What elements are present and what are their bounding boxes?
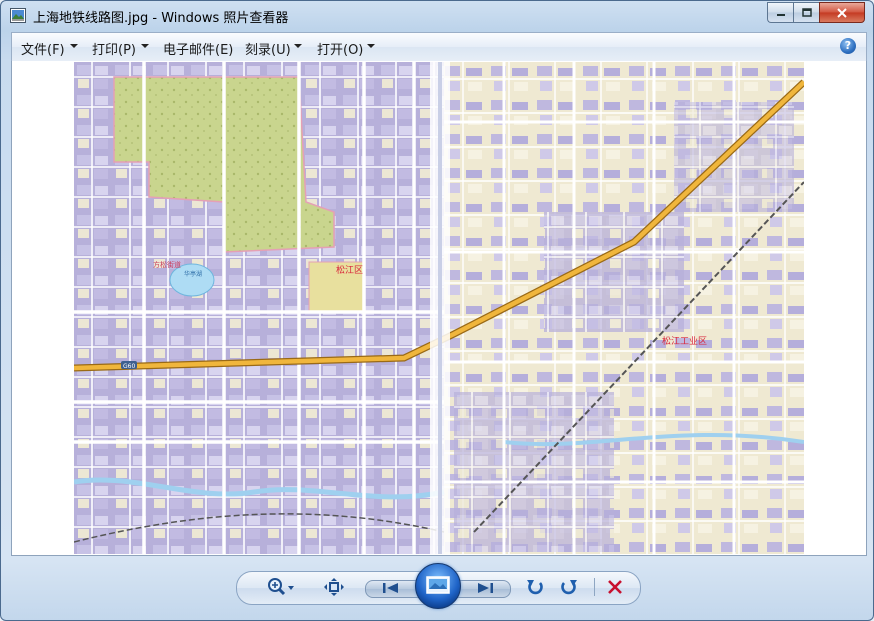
map-label-district: 松江区: [336, 264, 363, 276]
bottom-toolbar: [1, 557, 873, 620]
delete-icon: [608, 580, 622, 594]
close-icon: [837, 7, 847, 18]
next-icon: [478, 583, 493, 593]
photo-viewer-window: 上海地铁线路图.jpg - Windows 照片查看器 文件(F) 打印(P) …: [0, 0, 874, 621]
next-button[interactable]: [473, 579, 497, 597]
slideshow-button[interactable]: [415, 563, 461, 609]
maximize-button[interactable]: [793, 2, 819, 23]
toolbar-divider: [594, 578, 595, 596]
image-viewport[interactable]: 松江区 方松街道 华亭湖 松江工业区 G60: [11, 61, 867, 556]
map-photo: 松江区 方松街道 华亭湖 松江工业区 G60: [74, 62, 804, 554]
menu-open[interactable]: 打开(O): [317, 39, 363, 58]
chevron-down-icon[interactable]: [141, 44, 149, 48]
chevron-down-icon[interactable]: [294, 44, 302, 48]
menu-print[interactable]: 打印(P): [92, 39, 136, 58]
help-icon[interactable]: ?: [840, 38, 856, 54]
maximize-icon: [801, 8, 812, 17]
menu-file[interactable]: 文件(F): [21, 39, 65, 58]
shanghai-metro-map-image: 松江区 方松街道 华亭湖 松江工业区 G60: [74, 62, 804, 554]
caption-buttons: [767, 2, 865, 23]
zoom-button[interactable]: [263, 574, 297, 600]
rotate-left-icon: [527, 580, 543, 595]
minimize-button[interactable]: [767, 2, 793, 23]
photo-viewer-app-icon: [10, 8, 26, 23]
slideshow-icon: [426, 576, 450, 594]
map-label-park: 华亭湖: [184, 270, 202, 278]
delete-button[interactable]: [603, 574, 627, 600]
map-label-industrial: 松江工业区: [662, 335, 707, 347]
menu-burn[interactable]: 刻录(U): [245, 39, 291, 58]
zoom-icon: [268, 578, 294, 596]
rotate-left-button[interactable]: [523, 574, 547, 600]
chevron-down-icon[interactable]: [367, 44, 375, 48]
title-bar[interactable]: 上海地铁线路图.jpg - Windows 照片查看器: [1, 1, 873, 31]
minimize-icon: [776, 13, 785, 16]
actual-size-icon: [324, 578, 344, 596]
window-title: 上海地铁线路图.jpg - Windows 照片查看器: [33, 11, 289, 26]
previous-button[interactable]: [379, 579, 403, 597]
previous-icon: [383, 583, 398, 593]
map-label-town: 方松街道: [153, 260, 181, 269]
map-label-road: G60: [123, 363, 135, 370]
menu-email[interactable]: 电子邮件(E): [163, 39, 233, 58]
rotate-right-button[interactable]: [557, 574, 581, 600]
actual-size-button[interactable]: [321, 574, 347, 600]
command-bar: 文件(F) 打印(P) 电子邮件(E) 刻录(U) 打开(O) ?: [11, 32, 867, 62]
close-button[interactable]: [819, 2, 865, 23]
rotate-right-icon: [561, 580, 577, 595]
chevron-down-icon[interactable]: [70, 44, 78, 48]
